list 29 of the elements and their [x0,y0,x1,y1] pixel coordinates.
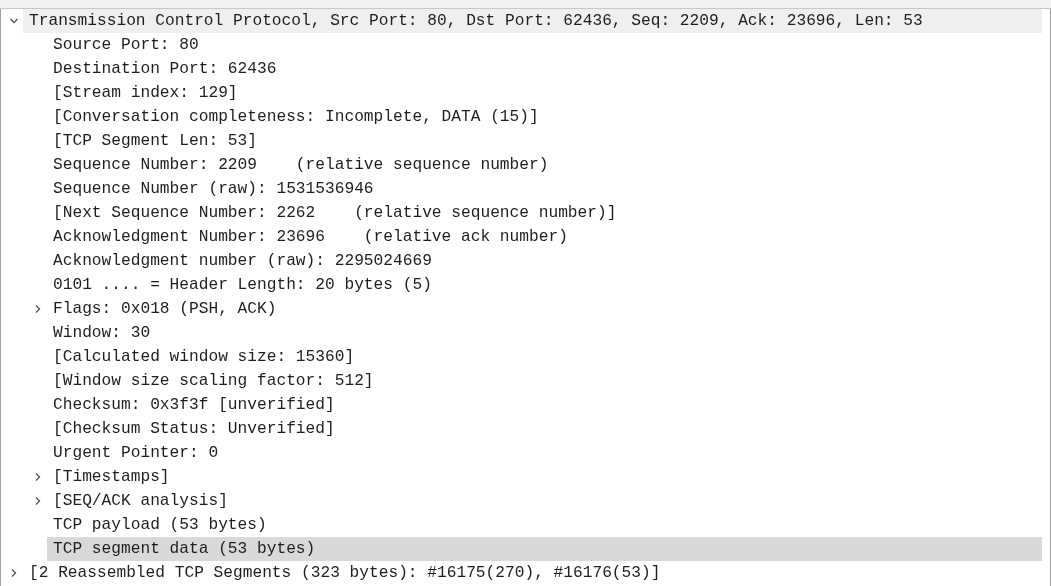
tree-item[interactable]: Source Port: 80 [47,33,1042,57]
tree-item[interactable]: [Calculated window size: 15360] [47,345,1042,369]
chevron-right-icon[interactable] [33,304,43,314]
tree-item[interactable]: [Window size scaling factor: 512] [47,369,1042,393]
chevron-right-icon[interactable] [33,496,43,506]
chevron-down-icon[interactable] [9,16,19,26]
tree-item[interactable]: [Stream index: 129] [47,81,1042,105]
tree-item[interactable]: Acknowledgment Number: 23696 (relative ack number) [47,225,1042,249]
tree-item[interactable]: [Next Sequence Number: 2262 (relative sequence number)] [47,201,1042,225]
tree-item[interactable]: [Timestamps] [47,465,1042,489]
tree-item[interactable]: [TCP Segment Len: 53] [47,129,1042,153]
tree-item[interactable]: TCP segment data (53 bytes) [47,537,1042,561]
chevron-right-icon[interactable] [33,472,43,482]
tree-item[interactable]: [Conversation completeness: Incomplete, DATA (15)] [47,105,1042,129]
tree-item[interactable]: TCP payload (53 bytes) [47,513,1042,537]
tree-item[interactable]: 0101 .... = Header Length: 20 bytes (5) [47,273,1042,297]
tree-item[interactable]: Checksum: 0x3f3f [unverified] [47,393,1042,417]
tree-item[interactable]: Urgent Pointer: 0 [47,441,1042,465]
chevron-right-icon[interactable] [9,568,19,578]
tree-item[interactable]: Destination Port: 62436 [47,57,1042,81]
tree-item[interactable]: Sequence Number: 2209 (relative sequence number) [47,153,1042,177]
tree-item[interactable]: Transmission Control Protocol, Src Port: 80, Dst Port: 62436, Seq: 2209, Ack: 23696, Len: 53 [23,9,1042,33]
tree-item[interactable]: Flags: 0x018 (PSH, ACK) [47,297,1042,321]
tree-item[interactable]: [Checksum Status: Unverified] [47,417,1042,441]
tree-item[interactable]: Sequence Number (raw): 1531536946 [47,177,1042,201]
tree-item[interactable]: [SEQ/ACK analysis] [47,489,1042,513]
tree-item[interactable]: Acknowledgment number (raw): 2295024669 [47,249,1042,273]
tree-item[interactable]: [2 Reassembled TCP Segments (323 bytes): #16175(270), #16176(53)] [23,561,1042,585]
tree-item[interactable]: Window: 30 [47,321,1042,345]
